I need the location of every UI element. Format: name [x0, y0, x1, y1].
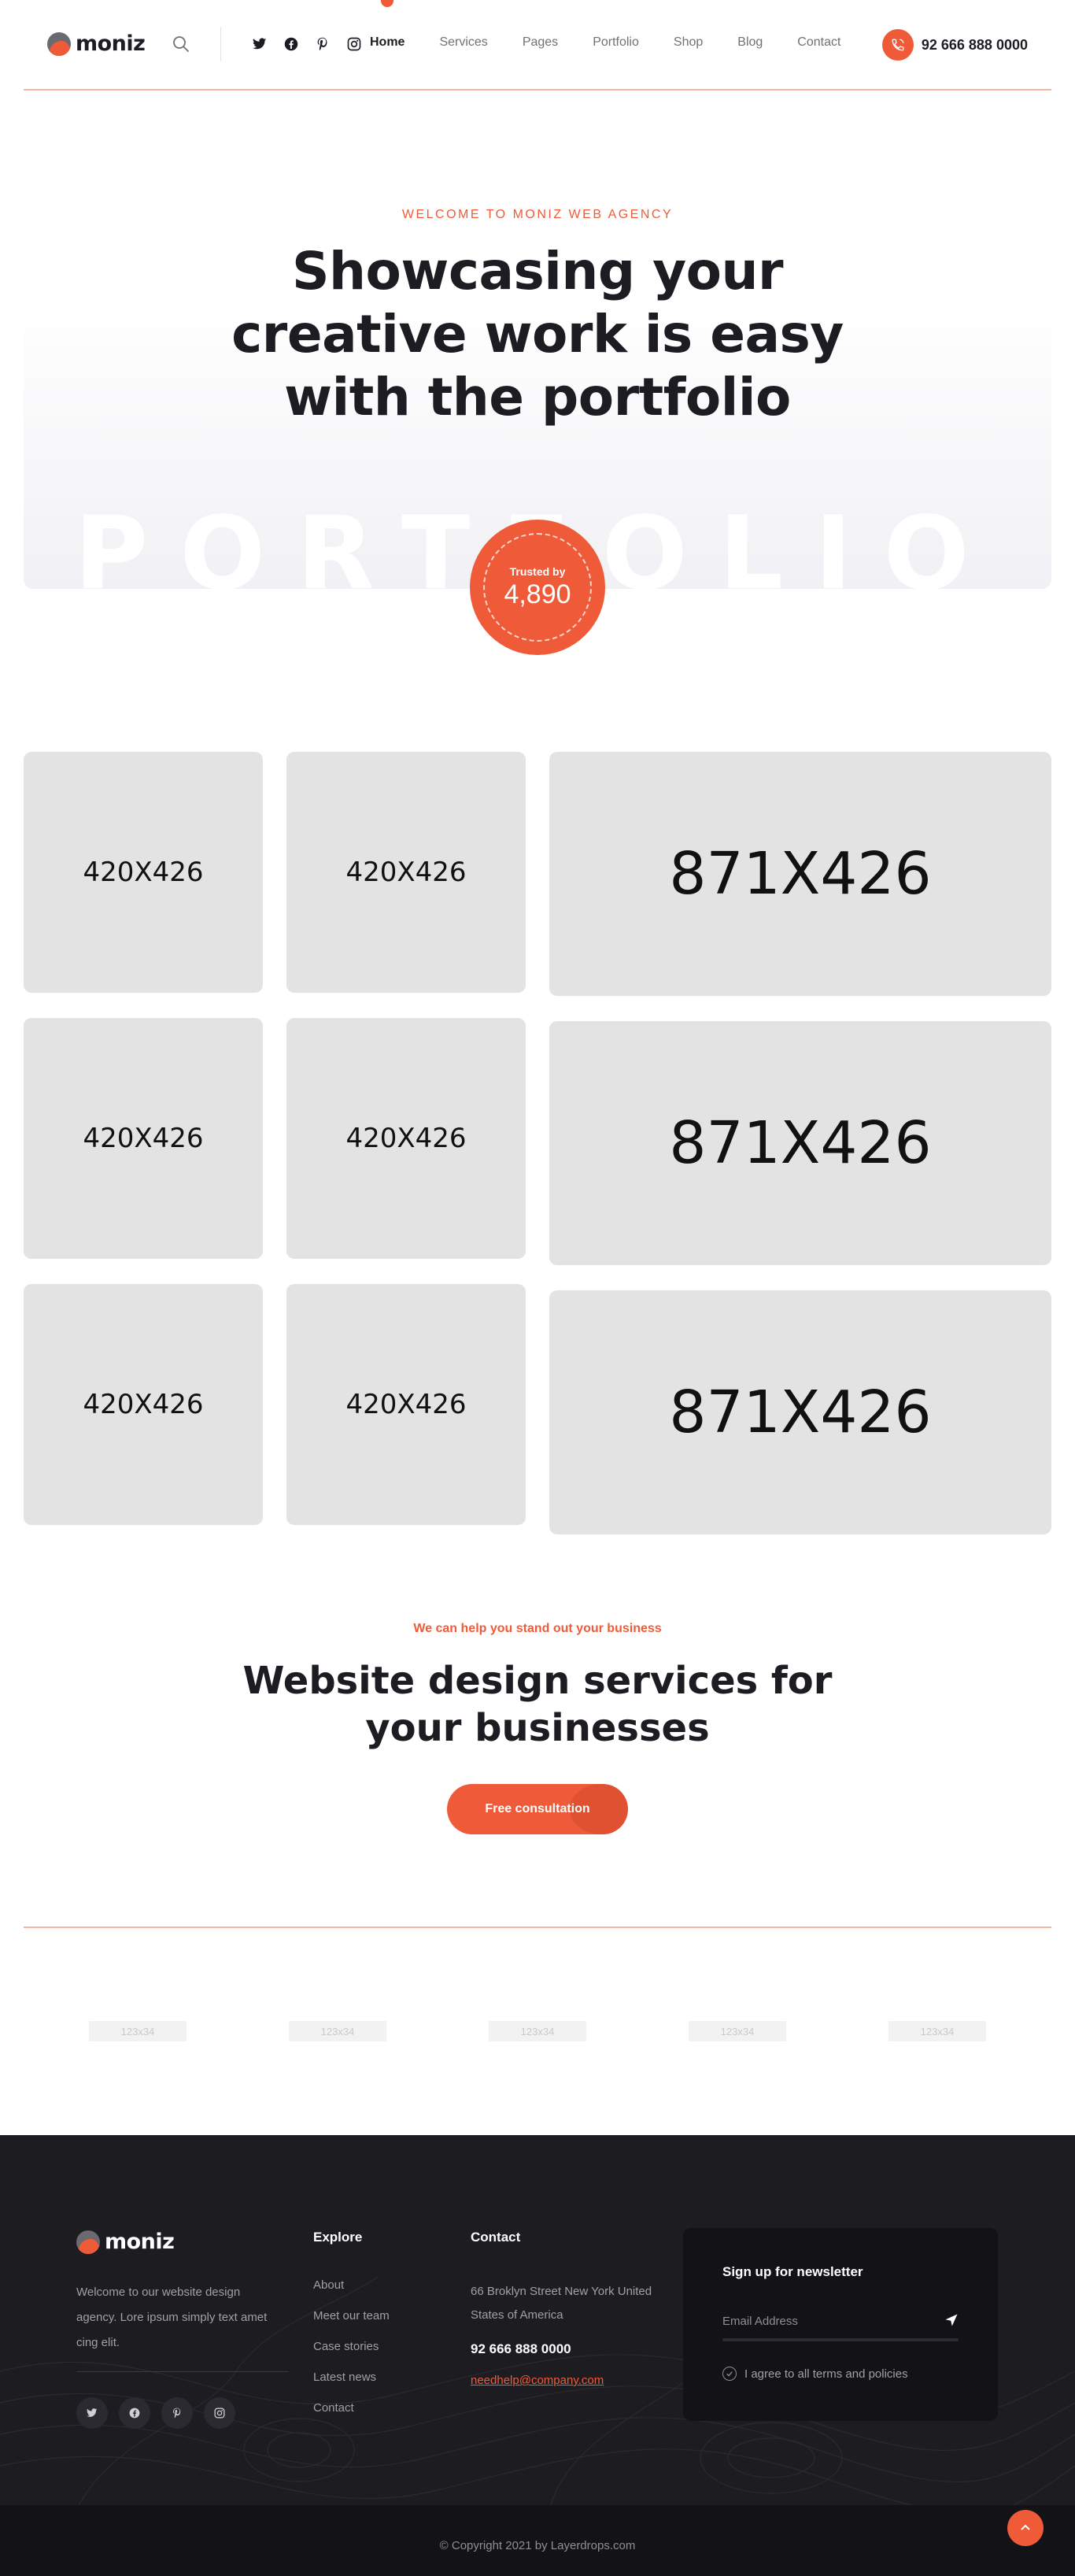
portfolio-item[interactable]: 420X426	[286, 1284, 526, 1525]
nav-item-services[interactable]: Services	[439, 35, 487, 50]
portfolio-item[interactable]: 420X426	[24, 752, 263, 993]
facebook-icon[interactable]	[119, 2397, 150, 2429]
footer-link-contact[interactable]: Contact	[313, 2401, 390, 2432]
cta-eyebrow: We can help you stand out your business	[413, 1622, 662, 1635]
footer-socials	[76, 2397, 235, 2429]
portfolio-item[interactable]: 420X426	[24, 1018, 263, 1259]
portfolio-item[interactable]: 420X426	[286, 1018, 526, 1259]
logo[interactable]: moniz	[47, 31, 146, 56]
brand-logo: 123x34	[289, 2021, 386, 2041]
logo-mark-icon	[76, 2230, 100, 2254]
nav-item-contact[interactable]: Contact	[797, 35, 840, 50]
hero-title: Showcasing your creative work is easy wi…	[231, 241, 844, 427]
pinterest-icon[interactable]	[315, 36, 331, 52]
nav-item-shop[interactable]: Shop	[674, 35, 703, 50]
portfolio-item[interactable]: 420X426	[286, 752, 526, 993]
footer-phone[interactable]: 92 666 888 0000	[471, 2341, 571, 2357]
nav-item-pages[interactable]: Pages	[523, 35, 558, 50]
section-divider	[24, 1926, 1051, 1928]
nav-item-home[interactable]: Home	[370, 35, 405, 50]
twitter-icon[interactable]	[76, 2397, 108, 2429]
trusted-count: 4,890	[504, 579, 571, 609]
brand-logo: 123x34	[689, 2021, 786, 2041]
arrow-up-icon	[1021, 2524, 1030, 2530]
header-divider	[220, 27, 221, 61]
header-socials	[252, 36, 362, 52]
send-icon[interactable]	[943, 2311, 960, 2329]
cta-button-label: Free consultation	[485, 1802, 590, 1815]
check-circle-icon	[722, 2367, 737, 2381]
instagram-icon[interactable]	[204, 2397, 235, 2429]
free-consultation-button[interactable]: Free consultation	[447, 1784, 628, 1834]
phone-icon	[881, 29, 914, 61]
twitter-icon[interactable]	[252, 36, 268, 52]
pinterest-icon[interactable]	[161, 2397, 193, 2429]
trusted-label: Trusted by	[509, 564, 566, 578]
portfolio-item-wide[interactable]: 871X426	[549, 752, 1051, 996]
newsletter-title: Sign up for newsletter	[722, 2264, 863, 2279]
site-footer: moniz Welcome to our website design agen…	[0, 2135, 1075, 2505]
footer-about-divider	[76, 2371, 289, 2372]
footer-link-about[interactable]: About	[313, 2278, 390, 2309]
footer-about-text: Welcome to our website design agency. Lo…	[76, 2285, 268, 2349]
footer-explore-links: About Meet our team Case stories Latest …	[313, 2278, 390, 2432]
site-header: moniz Home Services Pages Portfolio Shop…	[24, 0, 1051, 91]
brand-logo: 123x34	[888, 2021, 986, 2041]
newsletter-email-input[interactable]	[722, 2310, 959, 2332]
footer-contact-title: Contact	[471, 2230, 521, 2245]
newsletter-box: Sign up for newsletter I agree to all te…	[683, 2228, 998, 2421]
facebook-icon[interactable]	[283, 36, 299, 52]
nav-item-blog[interactable]: Blog	[737, 35, 763, 50]
main-nav: Home Services Pages Portfolio Shop Blog …	[370, 35, 875, 50]
footer-email-link[interactable]: needhelp@company.com	[471, 2374, 604, 2387]
footer-logo-text: moniz	[105, 2230, 175, 2254]
footer-link-case-stories[interactable]: Case stories	[313, 2340, 390, 2371]
portfolio-item-wide[interactable]: 871X426	[549, 1290, 1051, 1534]
header-phone-number: 92 666 888 0000	[921, 36, 1028, 53]
instagram-icon[interactable]	[346, 36, 362, 52]
trusted-badge: Trusted by 4,890	[470, 520, 605, 655]
terms-label: I agree to all terms and policies	[744, 2367, 908, 2381]
portfolio-item[interactable]: 420X426	[24, 1284, 263, 1525]
cta-title: Website design services for your busines…	[242, 1659, 833, 1750]
brand-logo: 123x34	[489, 2021, 586, 2041]
nav-item-portfolio[interactable]: Portfolio	[593, 35, 639, 50]
footer-link-latest-news[interactable]: Latest news	[313, 2371, 390, 2401]
footer-logo[interactable]: moniz	[76, 2230, 175, 2254]
brand-logo: 123x34	[89, 2021, 187, 2041]
footer-explore-title: Explore	[313, 2230, 363, 2245]
footer-bottom-bar: © Copyright 2021 by Layerdrops.com	[0, 2505, 1075, 2576]
footer-link-meet-our-team[interactable]: Meet our team	[313, 2309, 390, 2340]
footer-address: 66 Broklyn Street New York United States…	[471, 2285, 652, 2322]
hero-eyebrow: WELCOME TO MONIZ WEB AGENCY	[401, 208, 674, 221]
header-phone[interactable]: 92 666 888 0000	[881, 29, 1028, 61]
logo-mark-icon	[47, 31, 71, 56]
copyright-text: © Copyright 2021 by Layerdrops.com	[439, 2539, 636, 2552]
newsletter-input-underline	[722, 2338, 959, 2341]
logo-text: moniz	[76, 31, 146, 56]
search-icon[interactable]	[172, 35, 190, 54]
scroll-to-top-button[interactable]	[1007, 2510, 1044, 2546]
portfolio-item-wide[interactable]: 871X426	[549, 1021, 1051, 1265]
terms-checkbox[interactable]: I agree to all terms and policies	[722, 2367, 908, 2381]
